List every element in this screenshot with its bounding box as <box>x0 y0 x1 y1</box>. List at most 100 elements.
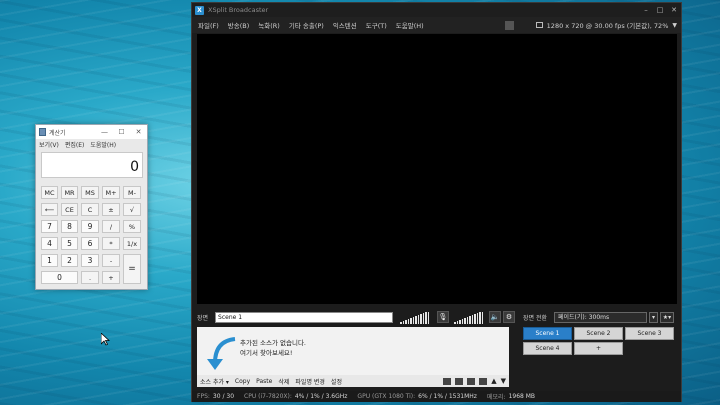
reciprocal-button[interactable]: 1/x <box>123 237 141 250</box>
sqrt-button[interactable]: √ <box>123 203 141 216</box>
move-down-icon[interactable]: ▼ <box>501 377 506 385</box>
mc-button[interactable]: MC <box>41 186 58 199</box>
paste-button[interactable]: Paste <box>256 378 272 385</box>
microphone-icon[interactable]: 🎙 <box>437 311 449 323</box>
menu-other-output[interactable]: 기타 송출(P) <box>289 20 324 30</box>
transition-label: 장면 전환 <box>523 315 547 322</box>
calculator-display: 0 <box>41 152 143 178</box>
layout-icon[interactable] <box>467 377 476 385</box>
cpu-label: CPU (i7-7820X): <box>244 393 292 400</box>
digit-5-button[interactable]: 5 <box>61 237 78 250</box>
ms-button[interactable]: MS <box>81 186 99 199</box>
gpu-label: GPU (GTX 1080 Ti): <box>357 393 416 400</box>
lock-icon[interactable] <box>443 377 452 385</box>
monitor-icon <box>535 22 543 28</box>
digit-6-button[interactable]: 6 <box>81 237 99 250</box>
minimize-icon[interactable]: — <box>96 125 113 139</box>
memory-value: 1968 MB <box>508 393 536 400</box>
star-settings-icon[interactable]: ★▾ <box>660 312 674 323</box>
mouse-cursor-icon <box>101 333 110 346</box>
scene-preview-icon[interactable] <box>504 20 514 30</box>
digit-1-button[interactable]: 1 <box>41 254 58 267</box>
expand-icon[interactable] <box>455 377 464 385</box>
clear-button[interactable]: C <box>81 203 99 216</box>
digit-3-button[interactable]: 3 <box>81 254 99 267</box>
digit-9-button[interactable]: 9 <box>81 220 99 233</box>
menu-help[interactable]: 도움말(H) <box>90 140 116 149</box>
add-scene-button[interactable]: + <box>574 342 623 355</box>
scene-4-button[interactable]: Scene 4 <box>523 342 572 355</box>
scene-1-button[interactable]: Scene 1 <box>523 327 572 340</box>
menu-edit[interactable]: 편집(E) <box>65 140 85 149</box>
resolution-selector[interactable]: 1280 x 720 @ 30.00 fps (기본값), 72% <box>547 20 669 30</box>
digit-8-button[interactable]: 8 <box>61 220 78 233</box>
scene-2-button[interactable]: Scene 2 <box>574 327 623 340</box>
settings-button[interactable]: 설정 <box>331 377 342 386</box>
add-source-button[interactable]: 소스 추가 ▾ <box>200 377 229 386</box>
mr-button[interactable]: MR <box>61 186 78 199</box>
source-toolbar: 소스 추가 ▾ Copy Paste 삭제 파일명 변경 설정 ▲ ▼ <box>197 375 509 387</box>
digit-4-button[interactable]: 4 <box>41 237 58 250</box>
speaker-icon[interactable]: 🔈 <box>489 311 501 323</box>
delete-button[interactable]: 삭제 <box>278 377 289 386</box>
decimal-button[interactable]: . <box>81 271 99 284</box>
transition-dropdown-icon[interactable]: ▾ <box>649 312 658 323</box>
minimize-icon[interactable]: – <box>639 6 653 14</box>
speaker-volume-meter[interactable] <box>400 312 429 324</box>
fps-value: 30 / 30 <box>212 393 235 400</box>
scene-3-button[interactable]: Scene 3 <box>625 327 674 340</box>
digit-7-button[interactable]: 7 <box>41 220 58 233</box>
sources-hint: 추가된 소스가 없습니다. 여기서 찾아보세요! <box>240 338 306 358</box>
menu-view[interactable]: 보기(V) <box>39 140 59 149</box>
move-up-icon[interactable]: ▲ <box>491 377 496 385</box>
xsplit-titlebar[interactable]: X XSplit Broadcaster – □ ✕ <box>192 3 681 17</box>
mic-volume-meter[interactable] <box>454 312 483 324</box>
scene-label: 장면 <box>197 315 209 322</box>
divide-button[interactable]: / <box>102 220 120 233</box>
close-icon[interactable]: ✕ <box>667 6 681 14</box>
sources-panel[interactable]: 추가된 소스가 없습니다. 여기서 찾아보세요! <box>197 327 509 375</box>
transition-select[interactable]: 페이드(기): 300ms <box>554 312 647 323</box>
calculator-app-icon <box>39 128 46 136</box>
calculator-title: 계산기 <box>49 129 66 137</box>
m-plus-button[interactable]: M+ <box>102 186 120 199</box>
subtract-button[interactable]: - <box>102 254 120 267</box>
copy-button[interactable]: Copy <box>235 378 250 385</box>
sources-hint-line2: 여기서 찾아보세요! <box>240 349 293 357</box>
stage-preview[interactable] <box>197 34 677 304</box>
cpu-value: 4% / 1% / 3.6GHz <box>294 393 348 400</box>
rename-button[interactable]: 파일명 변경 <box>295 377 325 386</box>
menu-broadcast[interactable]: 방송(B) <box>228 20 250 30</box>
calculator-window: 계산기 — ☐ ✕ 보기(V) 편집(E) 도움말(H) 0 MC MR MS … <box>35 124 148 290</box>
gpu-value: 6% / 1% / 1531MHz <box>418 393 477 400</box>
collapse-icon[interactable] <box>479 377 488 385</box>
multiply-button[interactable]: * <box>102 237 120 250</box>
m-minus-button[interactable]: M- <box>123 186 141 199</box>
maximize-icon[interactable]: □ <box>653 6 667 14</box>
add-button[interactable]: + <box>102 271 120 284</box>
transition-row: 장면 전환 페이드(기): 300ms ▾ ★▾ <box>523 310 680 325</box>
status-bar: FPS: 30 / 30 CPU (i7-7820X): 4% / 1% / 3… <box>192 391 681 402</box>
menu-record[interactable]: 녹화(R) <box>258 20 280 30</box>
curved-arrow-icon <box>207 337 236 370</box>
xsplit-title: XSplit Broadcaster <box>208 6 269 14</box>
calculator-menubar: 보기(V) 편집(E) 도움말(H) <box>36 139 147 149</box>
ce-button[interactable]: CE <box>61 203 78 216</box>
digit-2-button[interactable]: 2 <box>61 254 78 267</box>
digit-0-button[interactable]: 0 <box>41 271 78 284</box>
fps-label: FPS: <box>197 393 210 400</box>
menu-tools[interactable]: 도구(T) <box>366 20 387 30</box>
maximize-icon[interactable]: ☐ <box>113 125 130 139</box>
close-icon[interactable]: ✕ <box>130 125 147 139</box>
chevron-down-icon[interactable]: ▼ <box>672 22 677 29</box>
percent-button[interactable]: % <box>123 220 141 233</box>
menu-help[interactable]: 도움말(H) <box>396 20 424 30</box>
negate-button[interactable]: ± <box>102 203 120 216</box>
menu-extensions[interactable]: 익스텐션 <box>333 20 357 30</box>
calculator-titlebar[interactable]: 계산기 — ☐ ✕ <box>36 125 147 139</box>
scene-name-input[interactable]: Scene 1 <box>215 312 394 323</box>
equals-button[interactable]: = <box>123 254 141 284</box>
backspace-button[interactable]: ⟵ <box>41 203 58 216</box>
gear-icon[interactable]: ⚙ <box>503 311 515 323</box>
menu-file[interactable]: 파일(F) <box>198 20 219 30</box>
